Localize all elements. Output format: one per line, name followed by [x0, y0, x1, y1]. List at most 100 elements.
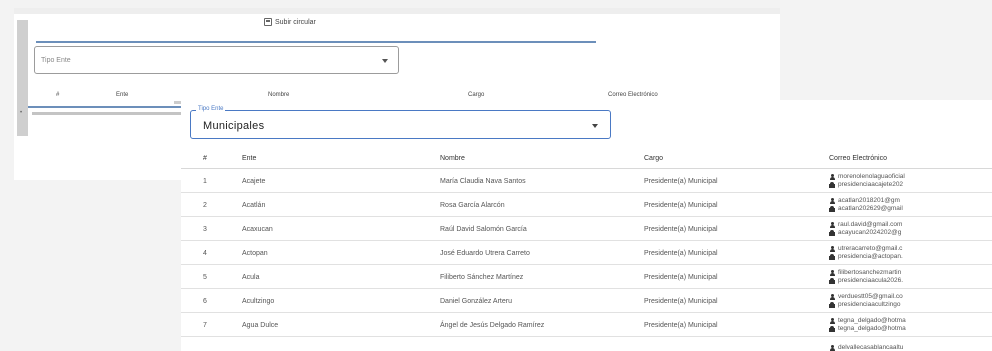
- personal-email[interactable]: acatlan2018201@gm: [838, 197, 900, 205]
- institution-icon: [829, 230, 835, 236]
- row-ente: Acatlán: [242, 202, 266, 209]
- row-cargo: Presidente(a) Municipal: [644, 250, 718, 257]
- personal-email[interactable]: utreracarreto@gmail.c: [838, 245, 902, 253]
- table-row[interactable]: 3 Acaxucan Raúl David Salomón García Pre…: [181, 217, 992, 241]
- institution-icon: [829, 326, 835, 332]
- row-num: 7: [203, 322, 207, 329]
- institutional-email[interactable]: presidenciaacultzingo: [838, 301, 901, 309]
- institution-icon: [829, 206, 835, 212]
- row-ente: Acula: [242, 274, 260, 281]
- tipo-ente-placeholder: Tipo Ente: [41, 57, 71, 64]
- upload-circular-label: Subir circular: [275, 18, 316, 26]
- header-nombre: Nombre: [440, 155, 465, 162]
- back-col-correo: Correo Electrónico: [608, 92, 658, 98]
- personal-email[interactable]: morenolenolaguaoficial: [838, 173, 905, 181]
- chevron-down-icon: [382, 59, 388, 63]
- row-cargo: Presidente(a) Municipal: [644, 202, 718, 209]
- person-icon: [829, 198, 835, 204]
- row-num: 2: [203, 202, 207, 209]
- row-cargo: Presidente(a) Municipal: [644, 178, 718, 185]
- header-num: #: [203, 155, 207, 162]
- row-ente: Agua Dulce: [242, 322, 279, 329]
- row-nombre: Filiberto Sánchez Martínez: [440, 274, 524, 281]
- person-icon: [829, 270, 835, 276]
- row-emails: raul.david@gmail.com acayucan2024202@g: [829, 221, 992, 237]
- back-row-marker: •: [20, 110, 23, 116]
- personal-email[interactable]: tegna_delgado@hotma: [838, 317, 906, 325]
- institutional-email[interactable]: acatlan202629@gmail: [838, 205, 903, 213]
- row-nombre: Ángel de Jesús Delgado Ramírez: [440, 322, 545, 329]
- row-num: 6: [203, 298, 207, 305]
- row-nombre: Rosa García Alarcón: [440, 202, 505, 209]
- row-ente: Acajete: [242, 178, 266, 185]
- table-row[interactable]: 5 Acula Filiberto Sánchez Martínez Presi…: [181, 265, 992, 289]
- row-emails: filibertosanchezmartin presidenciaacula2…: [829, 269, 992, 285]
- institutional-email[interactable]: presidenciaacula2026.: [838, 277, 903, 285]
- row-num: 3: [203, 226, 207, 233]
- institution-icon: [829, 302, 835, 308]
- personal-email[interactable]: filibertosanchezmartin: [838, 269, 901, 277]
- row-emails: tegna_delgado@hotma tegna_delgado@hotma: [829, 317, 992, 333]
- row-cargo: Presidente(a) Municipal: [644, 298, 718, 305]
- personal-email[interactable]: verduestt05@gmail.co: [838, 293, 903, 301]
- municipal-contacts-panel: Tipo Ente Municipales # Ente Nombre Carg…: [181, 100, 992, 351]
- row-emails: morenolenolaguaoficial presidenciaacajet…: [829, 173, 992, 189]
- table-row[interactable]: 1 Acajete María Claudia Nava Santos Pres…: [181, 169, 992, 193]
- personal-email[interactable]: raul.david@gmail.com: [838, 221, 902, 229]
- institutional-email[interactable]: tegna_delgado@hotma: [838, 325, 906, 333]
- save-icon: [264, 18, 272, 26]
- partial-row-email: delvallecasablancaaltu: [829, 344, 903, 351]
- row-nombre: José Eduardo Utrera Carreto: [440, 250, 530, 257]
- person-icon: [829, 246, 835, 252]
- upload-circular-button[interactable]: Subir circular: [264, 18, 316, 26]
- row-num: 1: [203, 178, 207, 185]
- person-icon: [829, 318, 835, 324]
- row-emails: acatlan2018201@gm acatlan202629@gmail: [829, 197, 992, 213]
- row-nombre: Raúl David Salomón García: [440, 226, 527, 233]
- row-emails: verduestt05@gmail.co presidenciaacultzin…: [829, 293, 992, 309]
- person-icon: [829, 174, 835, 180]
- person-icon: [829, 294, 835, 300]
- tipo-ente-select[interactable]: Tipo Ente Municipales: [190, 106, 611, 139]
- row-cargo: Presidente(a) Municipal: [644, 274, 718, 281]
- person-icon: [829, 344, 835, 351]
- tipo-ente-legend: Tipo Ente: [196, 106, 226, 112]
- person-icon: [829, 222, 835, 228]
- header-correo: Correo Electrónico: [829, 155, 887, 162]
- row-ente: Acultzingo: [242, 298, 275, 305]
- back-col-num: #: [56, 92, 60, 98]
- row-ente: Actopan: [242, 250, 268, 257]
- table-header: # Ente Nombre Cargo Correo Electrónico: [181, 149, 992, 169]
- row-num: 4: [203, 250, 207, 257]
- institution-icon: [829, 182, 835, 188]
- tipo-ente-select-back[interactable]: Tipo Ente: [34, 46, 399, 74]
- header-cargo: Cargo: [644, 155, 664, 162]
- table-row[interactable]: 4 Actopan José Eduardo Utrera Carreto Pr…: [181, 241, 992, 265]
- table-row[interactable]: 7 Agua Dulce Ángel de Jesús Delgado Ramí…: [181, 313, 992, 337]
- row-ente: Acaxucan: [242, 226, 273, 233]
- back-col-ente: Ente: [116, 92, 129, 98]
- row-nombre: María Claudia Nava Santos: [440, 178, 526, 185]
- institutional-email[interactable]: acayucan2024202@g: [838, 229, 901, 237]
- row-emails: utreracarreto@gmail.c presidencia@actopa…: [829, 245, 992, 261]
- institution-icon: [829, 254, 835, 260]
- institution-icon: [829, 278, 835, 284]
- row-cargo: Presidente(a) Municipal: [644, 322, 718, 329]
- header-ente: Ente: [242, 155, 257, 162]
- row-nombre: Daniel González Arteru: [440, 298, 512, 305]
- row-cargo: Presidente(a) Municipal: [644, 226, 718, 233]
- partial-email[interactable]: delvallecasablancaaltu: [838, 344, 903, 351]
- tipo-ente-value: Municipales: [203, 120, 265, 132]
- contacts-table: # Ente Nombre Cargo Correo Electrónico 1…: [181, 149, 992, 337]
- top-bar: [14, 8, 780, 14]
- institutional-email[interactable]: presidencia@actopan.: [838, 253, 903, 261]
- institutional-email[interactable]: presidenciaacajete202: [838, 181, 903, 189]
- row-num: 5: [203, 274, 207, 281]
- back-col-cargo: Cargo: [468, 92, 485, 98]
- table-row[interactable]: 6 Acultzingo Daniel González Arteru Pres…: [181, 289, 992, 313]
- table-row[interactable]: 2 Acatlán Rosa García Alarcón Presidente…: [181, 193, 992, 217]
- button-underline: [36, 41, 596, 43]
- chevron-down-icon: [592, 124, 598, 128]
- left-scrollbar[interactable]: [17, 20, 28, 136]
- back-col-nombre: Nombre: [268, 92, 290, 98]
